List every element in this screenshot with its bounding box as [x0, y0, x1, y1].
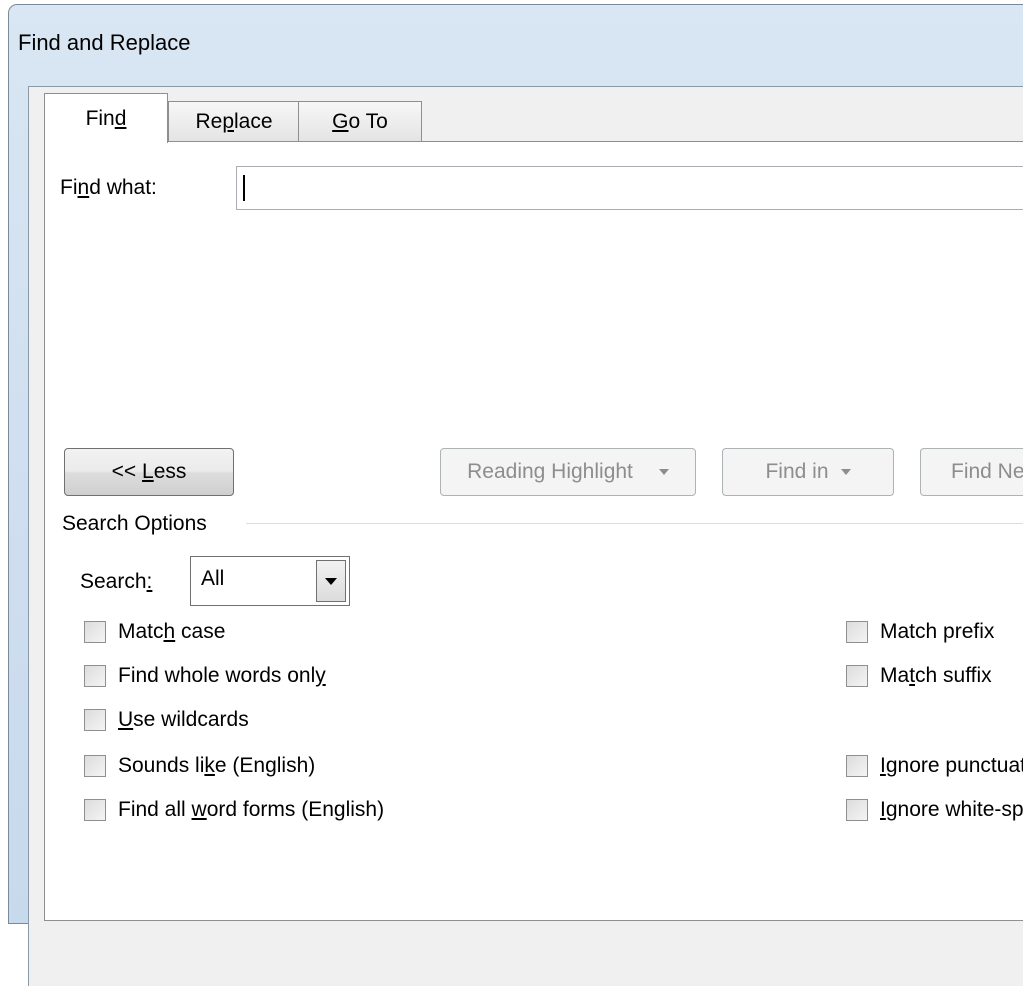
tab-replace[interactable]: Replace	[168, 101, 300, 141]
match-suffix-checkbox[interactable]: Match suffix	[846, 664, 1023, 688]
reading-highlight-label: Reading Highlight	[467, 460, 633, 483]
search-direction-label: Search:	[80, 570, 153, 593]
reading-highlight-button[interactable]: Reading Highlight	[440, 448, 696, 496]
tab-find[interactable]: Find	[44, 93, 168, 143]
checkbox-box[interactable]	[84, 799, 106, 821]
sounds-like-label: Sounds like (English)	[118, 754, 316, 777]
less-button[interactable]: << Less	[64, 448, 234, 496]
match-case-label: Match case	[118, 620, 226, 643]
checkbox-box[interactable]	[84, 621, 106, 643]
chevron-down-icon[interactable]	[316, 560, 346, 602]
dropdown-arrow-icon	[658, 469, 669, 475]
search-direction-value: All	[201, 567, 225, 590]
tab-goto-label: Go To	[332, 109, 388, 133]
checkbox-box[interactable]	[846, 621, 868, 643]
checkbox-box[interactable]	[846, 799, 868, 821]
tab-replace-label: Replace	[195, 109, 273, 133]
find-next-label: Find Next	[951, 460, 1023, 483]
find-all-word-forms-checkbox[interactable]: Find all word forms (English)	[84, 798, 384, 822]
checkbox-box[interactable]	[84, 709, 106, 731]
use-wildcards-label: Use wildcards	[118, 708, 249, 731]
match-case-checkbox[interactable]: Match case	[84, 620, 225, 644]
match-prefix-label: Match prefix	[880, 620, 995, 643]
find-what-label: Find what:	[60, 176, 157, 199]
find-in-button[interactable]: Find in	[722, 448, 894, 496]
match-suffix-label: Match suffix	[880, 664, 992, 687]
sounds-like-checkbox[interactable]: Sounds like (English)	[84, 754, 315, 778]
find-in-label: Find in	[765, 460, 829, 483]
checkbox-box[interactable]	[846, 665, 868, 687]
search-direction-select[interactable]: All	[190, 556, 350, 606]
search-options-title: Search Options	[62, 512, 207, 535]
text-caret	[243, 175, 245, 201]
ignore-white-space-label: Ignore white-space characters	[880, 798, 1023, 821]
find-whole-words-label: Find whole words only	[118, 664, 326, 687]
find-next-button[interactable]: Find Next	[920, 448, 1023, 496]
ignore-punctuation-checkbox[interactable]: Ignore punctuation characters	[846, 754, 1023, 778]
dropdown-arrow-icon	[840, 469, 851, 475]
ignore-punctuation-label: Ignore punctuation characters	[880, 754, 1023, 777]
tab-find-label: Find	[85, 106, 127, 130]
checkbox-box[interactable]	[84, 665, 106, 687]
find-whole-words-checkbox[interactable]: Find whole words only	[84, 664, 326, 688]
group-divider	[246, 523, 1023, 524]
less-button-label: << Less	[111, 460, 187, 483]
use-wildcards-checkbox[interactable]: Use wildcards	[84, 708, 249, 732]
checkbox-box[interactable]	[846, 755, 868, 777]
checkbox-box[interactable]	[84, 755, 106, 777]
tab-goto[interactable]: Go To	[298, 101, 422, 141]
dialog-title: Find and Replace	[18, 30, 191, 55]
ignore-white-space-checkbox[interactable]: Ignore white-space characters	[846, 798, 1023, 822]
find-all-word-forms-label: Find all word forms (English)	[118, 798, 385, 821]
find-what-input[interactable]	[236, 166, 1023, 210]
match-prefix-checkbox[interactable]: Match prefix	[846, 620, 1023, 644]
